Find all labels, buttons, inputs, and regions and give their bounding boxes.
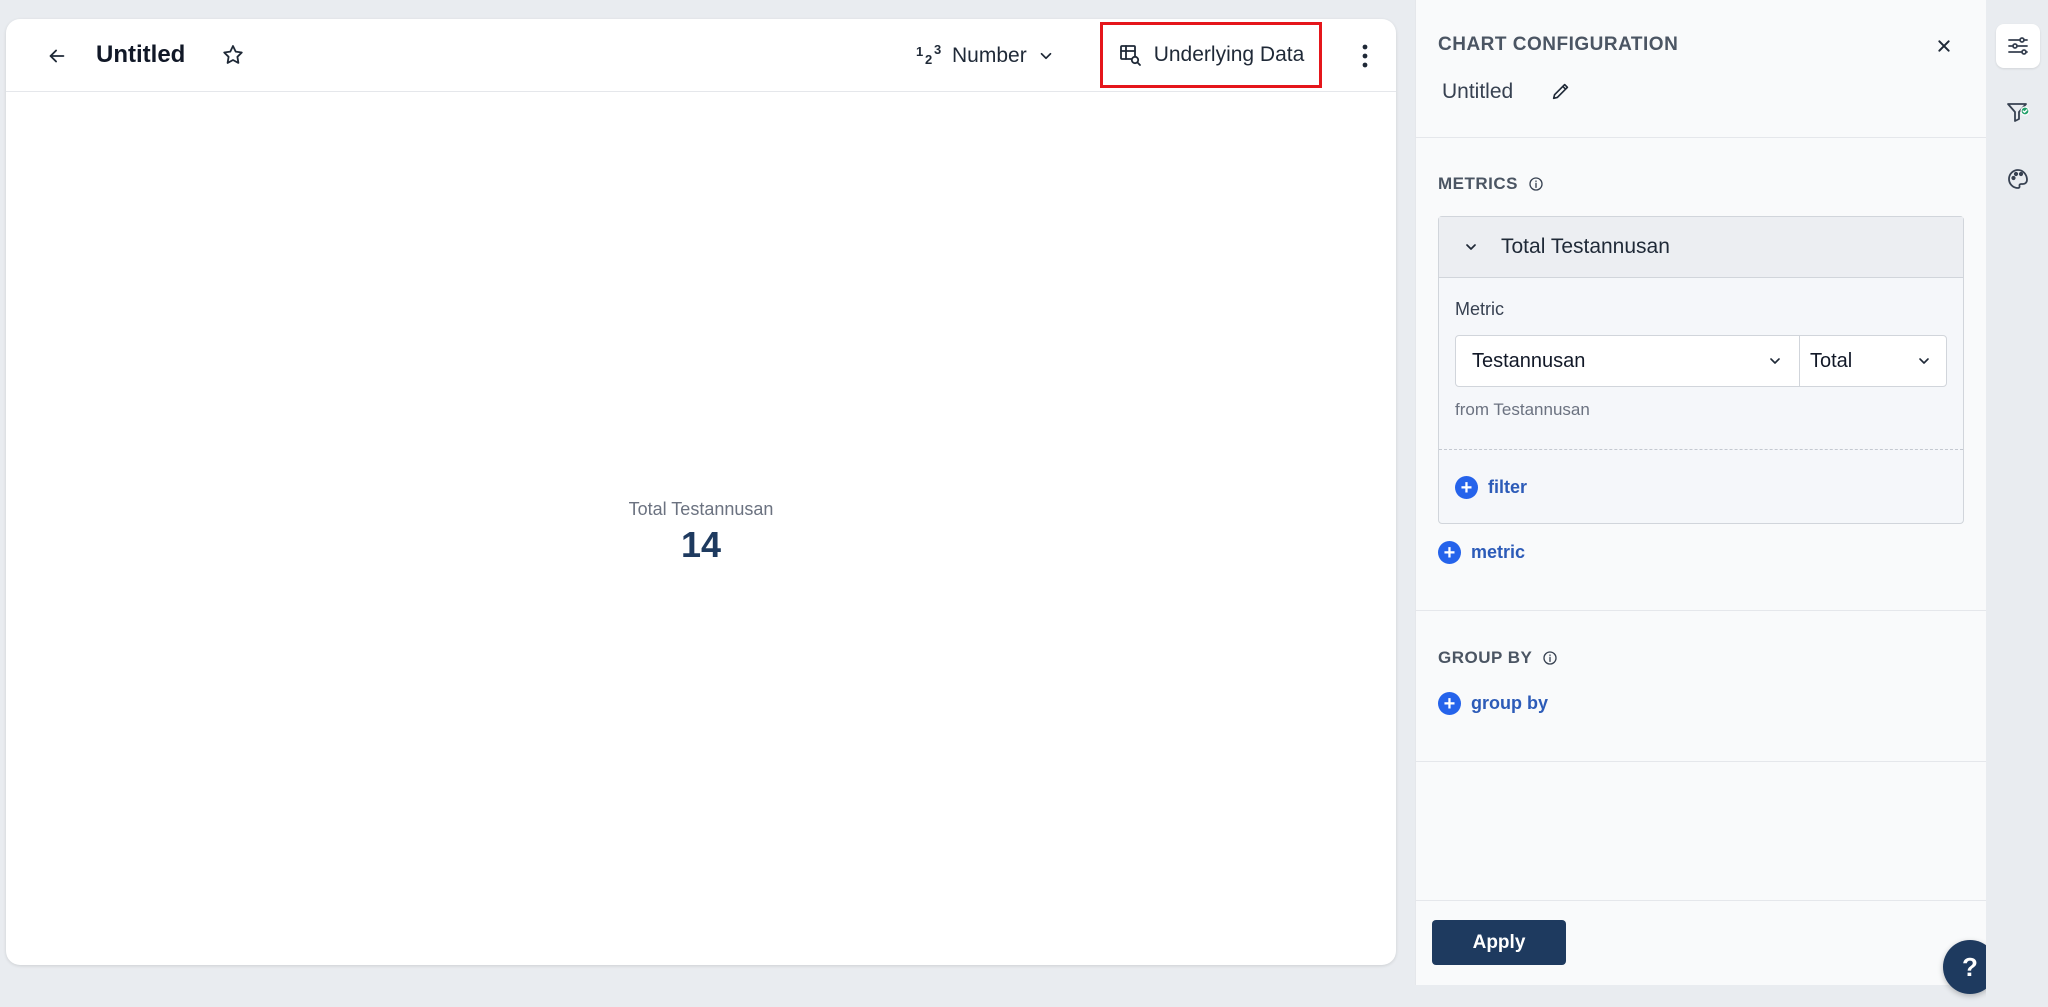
more-vertical-icon — [1362, 44, 1368, 68]
chart-type-select[interactable]: 1 2 3 Number — [914, 37, 1055, 75]
big-number: Total Testannusan 14 — [6, 499, 1396, 566]
chart-type-label: Number — [952, 44, 1027, 67]
metrics-section-label: METRICS — [1438, 174, 1544, 194]
panel-title: CHART CONFIGURATION — [1438, 34, 1679, 55]
metric-source-text: from Testannusan — [1455, 400, 1590, 419]
underlying-data-button[interactable]: Underlying Data — [1100, 22, 1322, 88]
add-metric-button[interactable]: + metric — [1438, 541, 1525, 564]
add-group-by-label: group by — [1471, 693, 1548, 713]
big-number-value: 14 — [680, 524, 722, 565]
metric-card: Total Testannusan Metric Testannusan Tot… — [1438, 216, 1964, 524]
icon-digit-1: 1 — [916, 44, 924, 59]
chevron-down-icon — [1466, 244, 1476, 250]
back-button[interactable] — [42, 41, 72, 71]
chevron-down-icon — [1770, 358, 1780, 364]
chart-card: Untitled 1 2 3 Number Underlying Data To… — [6, 19, 1396, 965]
add-metric-label: metric — [1471, 542, 1526, 562]
table-search-icon — [1119, 45, 1141, 66]
plus-circle-icon: + — [1455, 476, 1478, 499]
chevron-down-icon — [1040, 52, 1052, 60]
close-icon — [1938, 40, 1950, 52]
chart-configuration-panel: CHART CONFIGURATION Untitled METRICS Tot… — [1415, 0, 1986, 985]
plus-circle-icon: + — [1438, 692, 1461, 715]
filters-tab[interactable] — [1996, 91, 2040, 135]
number-type-icon: 1 2 3 — [914, 42, 942, 70]
icon-digit-2: 2 — [925, 52, 933, 67]
underlying-data-label: Underlying Data — [1153, 43, 1305, 66]
footer-divider — [1416, 900, 1986, 901]
palette-icon — [2008, 169, 2028, 189]
add-filter-label: filter — [1488, 477, 1528, 497]
pencil-icon — [1552, 83, 1569, 100]
group-by-label: GROUP BY — [1438, 648, 1533, 667]
favorite-button[interactable] — [218, 40, 248, 70]
info-icon[interactable] — [1528, 176, 1544, 192]
chart-header: Untitled 1 2 3 Number Underlying Data — [6, 19, 1396, 92]
metrics-label: METRICS — [1438, 174, 1518, 193]
metric-card-header[interactable]: Total Testannusan — [1439, 217, 1963, 278]
metric-field-select[interactable]: Testannusan — [1455, 335, 1800, 387]
aggregation-value: Total — [1810, 349, 1853, 372]
filter-check-icon — [2007, 103, 2030, 122]
info-icon[interactable] — [1542, 650, 1558, 666]
sliders-icon — [2008, 37, 2028, 55]
appearance-tab[interactable] — [1996, 157, 2040, 201]
close-panel-button[interactable] — [1932, 34, 1956, 58]
more-options-button[interactable] — [1350, 39, 1380, 73]
big-number-label: Total Testannusan — [628, 499, 774, 519]
chart-config-tab[interactable] — [1996, 24, 2040, 68]
aggregation-select[interactable]: Total — [1799, 335, 1947, 387]
group-by-section-label: GROUP BY — [1438, 648, 1558, 668]
chevron-down-icon — [1919, 358, 1929, 364]
dashed-divider — [1439, 449, 1963, 450]
divider — [1416, 137, 1986, 138]
apply-button[interactable]: Apply — [1432, 920, 1566, 965]
chart-title: Untitled — [96, 41, 186, 68]
add-group-by-button[interactable]: + group by — [1438, 692, 1548, 715]
add-filter-button[interactable]: + filter — [1455, 476, 1527, 499]
divider — [1416, 761, 1986, 762]
icon-digit-3: 3 — [934, 42, 942, 57]
right-rail — [1986, 0, 2048, 1007]
plus-circle-icon: + — [1438, 541, 1461, 564]
star-icon — [223, 45, 243, 64]
metric-field-value: Testannusan — [1472, 349, 1586, 372]
edit-name-button[interactable] — [1547, 77, 1575, 105]
arrow-left-icon — [49, 49, 65, 63]
chart-name: Untitled — [1442, 80, 1514, 103]
metric-name: Total Testannusan — [1501, 235, 1670, 258]
divider — [1416, 610, 1986, 611]
metric-field-label: Metric — [1455, 299, 1504, 319]
